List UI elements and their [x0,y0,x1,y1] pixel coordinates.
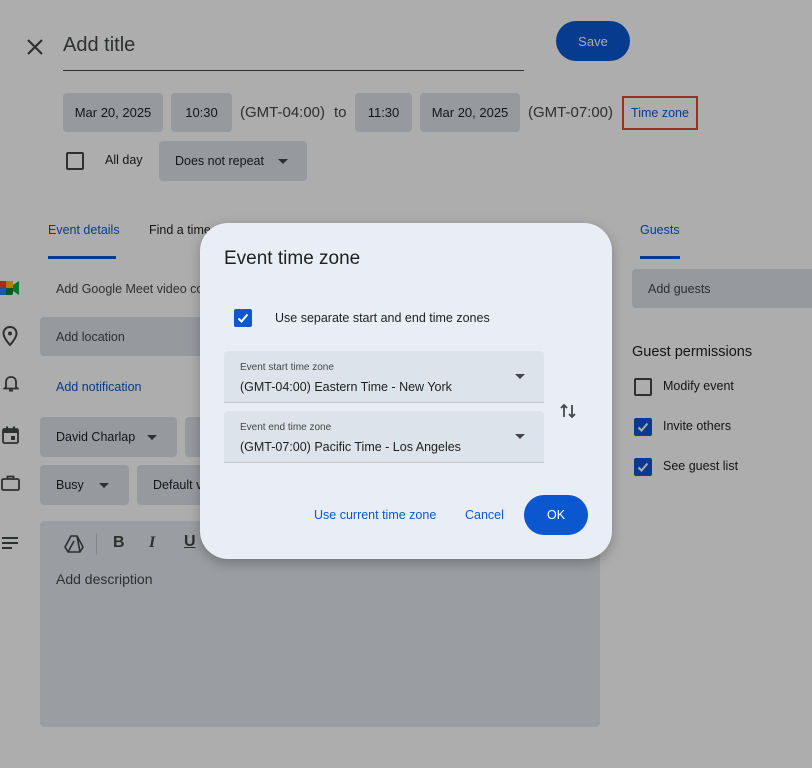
start-timezone-select-value: (GMT-04:00) Eastern Time - New York [240,380,452,394]
end-timezone-select-value: (GMT-07:00) Pacific Time - Los Angeles [240,440,461,454]
cancel-button[interactable]: Cancel [465,508,504,522]
swap-icon [560,403,576,419]
swap-timezones-button[interactable] [558,401,578,421]
check-icon [237,313,249,323]
timezone-dialog: Event time zone Use separate start and e… [200,223,612,559]
use-current-timezone-button[interactable]: Use current time zone [314,508,436,522]
chevron-down-icon [515,374,525,379]
end-timezone-select-label: Event end time zone [240,422,332,433]
end-timezone-select[interactable]: Event end time zone (GMT-07:00) Pacific … [224,411,544,463]
ok-button[interactable]: OK [524,495,588,535]
separate-timezones-checkbox[interactable] [234,309,252,327]
chevron-down-icon [515,434,525,439]
separate-timezones-label: Use separate start and end time zones [275,311,490,325]
dialog-title: Event time zone [224,248,361,269]
start-timezone-select-label: Event start time zone [240,362,334,373]
start-timezone-select[interactable]: Event start time zone (GMT-04:00) Easter… [224,351,544,403]
